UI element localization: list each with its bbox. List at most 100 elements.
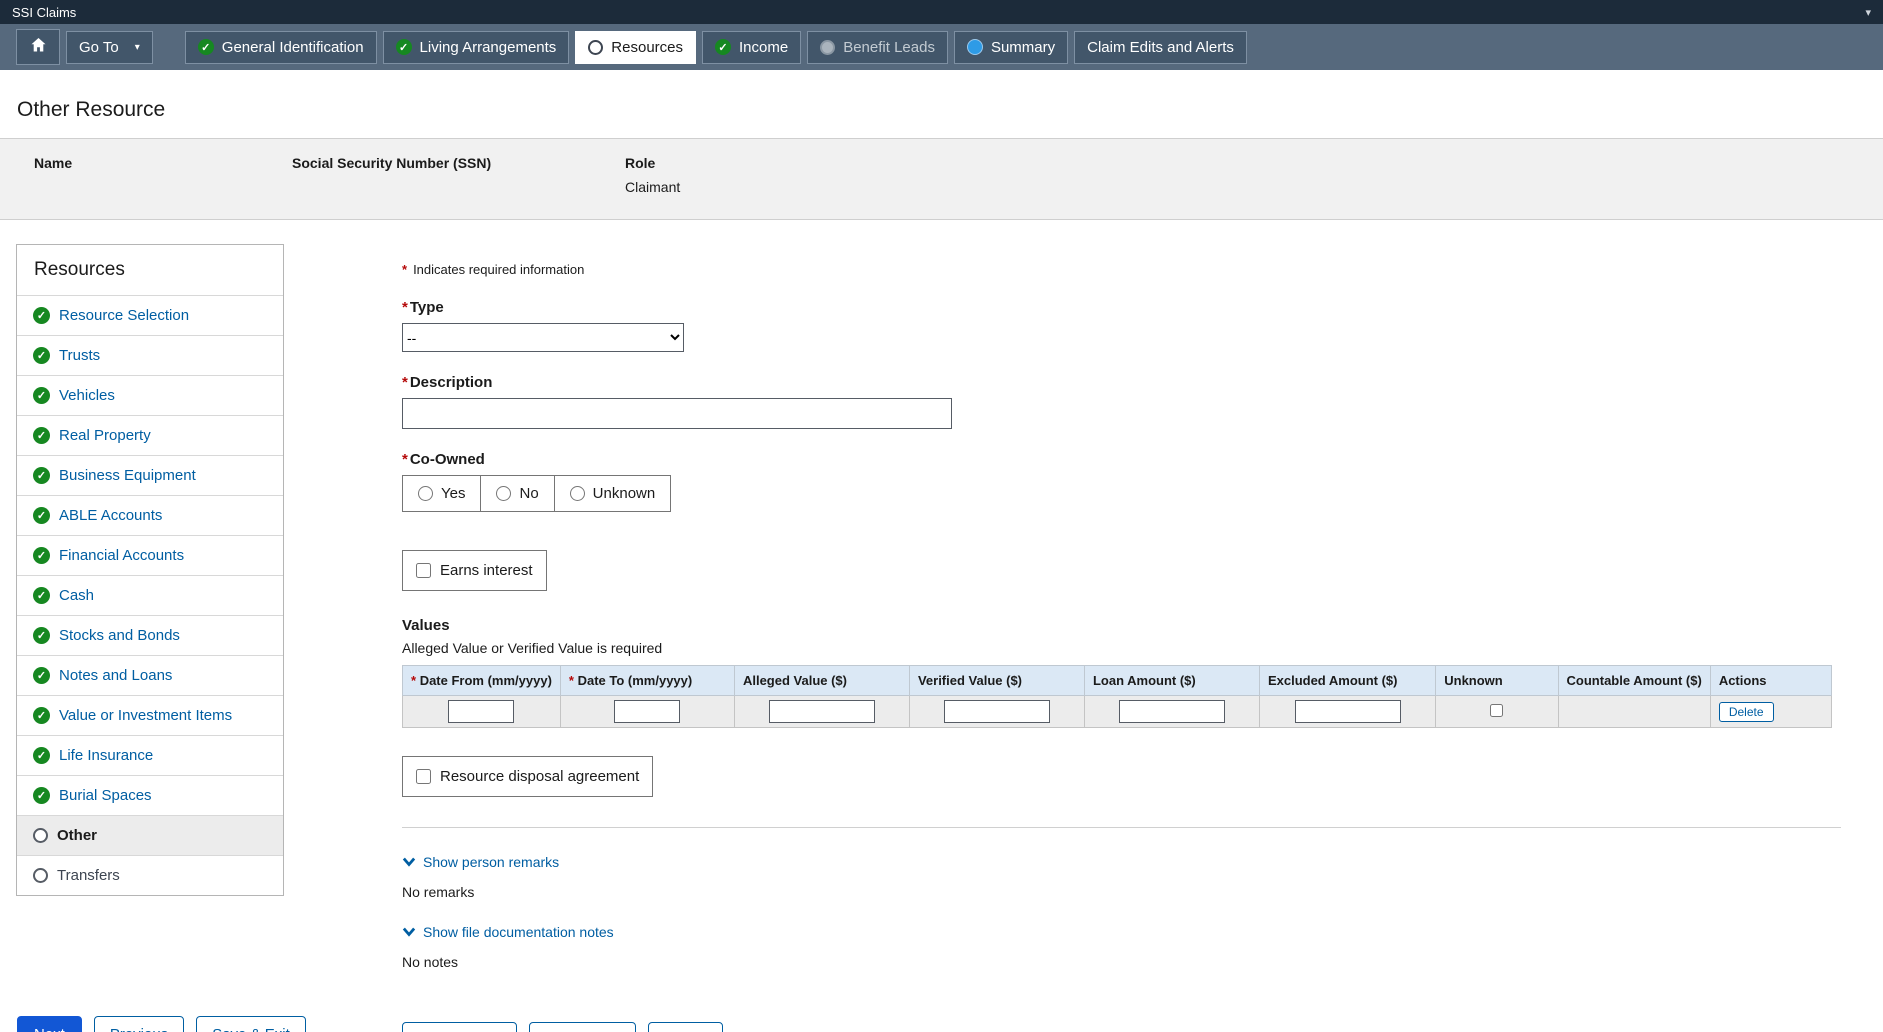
sidebar-item-real-property[interactable]: ✓ Real Property (17, 415, 283, 455)
check-circle-icon: ✓ (33, 747, 50, 764)
radio-label: Yes (441, 485, 465, 502)
clear-page-button[interactable]: Clear Page (529, 1022, 636, 1032)
tab-general-identification[interactable]: ✓ General Identification (185, 31, 377, 64)
date-from-input[interactable] (448, 700, 514, 723)
sidebar-item-cash[interactable]: ✓ Cash (17, 575, 283, 615)
sidebar-item-life-insurance[interactable]: ✓ Life Insurance (17, 735, 283, 775)
summary-circle-icon (967, 39, 983, 55)
check-circle-icon: ✓ (33, 667, 50, 684)
home-button[interactable] (16, 29, 60, 65)
tab-resources[interactable]: Resources (575, 31, 696, 64)
required-asterisk: * (411, 673, 416, 688)
home-icon (30, 37, 47, 57)
tab-label: Benefit Leads (843, 39, 935, 56)
sidebar-item-business-equipment[interactable]: ✓ Business Equipment (17, 455, 283, 495)
sidebar-item-financial-accounts[interactable]: ✓ Financial Accounts (17, 535, 283, 575)
check-circle-icon: ✓ (33, 587, 50, 604)
add-another-button[interactable]: Add Another (402, 1022, 517, 1032)
co-owned-radio-group: Yes No Unknown (402, 475, 671, 512)
co-owned-unknown-option[interactable]: Unknown (555, 476, 671, 511)
resource-disposal-label: Resource disposal agreement (440, 768, 639, 785)
sidebar-item-notes-and-loans[interactable]: ✓ Notes and Loans (17, 655, 283, 695)
chevron-down-icon[interactable]: ▾ (1865, 6, 1871, 19)
sidebar-item-value-or-investment-items[interactable]: ✓ Value or Investment Items (17, 695, 283, 735)
person-remarks-toggle[interactable]: Show person remarks (402, 854, 1841, 870)
app-header: SSI Claims ▾ (0, 0, 1883, 24)
tab-label: Resources (611, 39, 683, 56)
file-notes-toggle[interactable]: Show file documentation notes (402, 924, 1841, 940)
sidebar-item-other[interactable]: Other (17, 815, 283, 855)
description-input[interactable] (402, 398, 952, 429)
app-title: SSI Claims (12, 5, 76, 20)
required-asterisk: * (402, 299, 408, 316)
go-to-dropdown[interactable]: Go To ▾ (66, 31, 153, 64)
previous-button[interactable]: Previous (94, 1016, 184, 1032)
tab-label: General Identification (222, 39, 364, 56)
sidebar-item-label: Life Insurance (59, 747, 153, 764)
unknown-checkbox[interactable] (1490, 704, 1503, 717)
co-owned-no-option[interactable]: No (481, 476, 554, 511)
sidebar-item-able-accounts[interactable]: ✓ ABLE Accounts (17, 495, 283, 535)
co-owned-unknown-radio[interactable] (570, 486, 585, 501)
divider (402, 827, 1841, 828)
col-countable-amount: Countable Amount ($) (1558, 666, 1710, 696)
verified-value-input[interactable] (944, 700, 1050, 723)
sidebar-item-resource-selection[interactable]: ✓ Resource Selection (17, 295, 283, 335)
earns-interest-checkbox[interactable] (416, 563, 431, 578)
sidebar-item-label: Stocks and Bonds (59, 627, 180, 644)
type-label: *Type (402, 299, 1841, 316)
co-owned-yes-option[interactable]: Yes (403, 476, 481, 511)
radio-label: No (519, 485, 538, 502)
sidebar-item-trusts[interactable]: ✓ Trusts (17, 335, 283, 375)
next-button[interactable]: Next (17, 1016, 82, 1032)
radio-circle-icon (33, 828, 48, 843)
earns-interest-checkbox-group[interactable]: Earns interest (402, 550, 547, 591)
sidebar-item-label: Real Property (59, 427, 151, 444)
tab-label: Claim Edits and Alerts (1087, 39, 1234, 56)
resource-disposal-checkbox-group[interactable]: Resource disposal agreement (402, 756, 653, 797)
tab-income[interactable]: ✓ Income (702, 31, 801, 64)
tab-summary[interactable]: Summary (954, 31, 1068, 64)
page-title: Other Resource (17, 98, 1883, 122)
resources-sidebar: Resources ✓ Resource Selection ✓ Trusts … (16, 244, 284, 896)
earns-interest-label: Earns interest (440, 562, 533, 579)
alleged-value-input[interactable] (769, 700, 875, 723)
values-table: * Date From (mm/yyyy) * Date To (mm/yyyy… (402, 665, 1832, 728)
excluded-amount-input[interactable] (1295, 700, 1401, 723)
values-note: Alleged Value or Verified Value is requi… (402, 640, 1841, 656)
col-actions: Actions (1710, 666, 1831, 696)
co-owned-label: *Co-Owned (402, 451, 1841, 468)
delete-button[interactable]: Delete (648, 1022, 723, 1032)
check-circle-icon: ✓ (33, 387, 50, 404)
sidebar-item-vehicles[interactable]: ✓ Vehicles (17, 375, 283, 415)
ssn-label: Social Security Number (SSN) (292, 155, 625, 171)
main-navigation: Go To ▾ ✓ General Identification ✓ Livin… (0, 24, 1883, 70)
check-circle-icon: ✓ (33, 787, 50, 804)
sidebar-item-stocks-and-bonds[interactable]: ✓ Stocks and Bonds (17, 615, 283, 655)
chevron-down-icon: ▾ (135, 42, 140, 53)
tab-living-arrangements[interactable]: ✓ Living Arrangements (383, 31, 570, 64)
values-header-row: * Date From (mm/yyyy) * Date To (mm/yyyy… (403, 666, 1832, 696)
save-exit-button[interactable]: Save & Exit (196, 1016, 306, 1032)
values-title: Values (402, 617, 1841, 634)
check-circle-icon: ✓ (33, 627, 50, 644)
required-asterisk: * (402, 451, 408, 468)
co-owned-yes-radio[interactable] (418, 486, 433, 501)
col-date-to: * Date To (mm/yyyy) (560, 666, 734, 696)
tab-claim-edits-and-alerts[interactable]: Claim Edits and Alerts (1074, 31, 1247, 64)
type-select[interactable]: -- (402, 323, 684, 352)
sidebar-item-label: Financial Accounts (59, 547, 184, 564)
required-asterisk: * (569, 673, 574, 688)
sidebar-item-burial-spaces[interactable]: ✓ Burial Spaces (17, 775, 283, 815)
check-circle-icon: ✓ (33, 547, 50, 564)
row-delete-button[interactable]: Delete (1719, 702, 1774, 722)
person-name-field: Name (34, 155, 292, 195)
sidebar-item-label: Trusts (59, 347, 100, 364)
co-owned-no-radio[interactable] (496, 486, 511, 501)
wizard-footer-actions: Next Previous Save & Exit (17, 1016, 306, 1032)
resource-disposal-checkbox[interactable] (416, 769, 431, 784)
loan-amount-input[interactable] (1119, 700, 1225, 723)
sidebar-item-transfers[interactable]: Transfers (17, 855, 283, 895)
sidebar-item-label: Business Equipment (59, 467, 196, 484)
date-to-input[interactable] (614, 700, 680, 723)
